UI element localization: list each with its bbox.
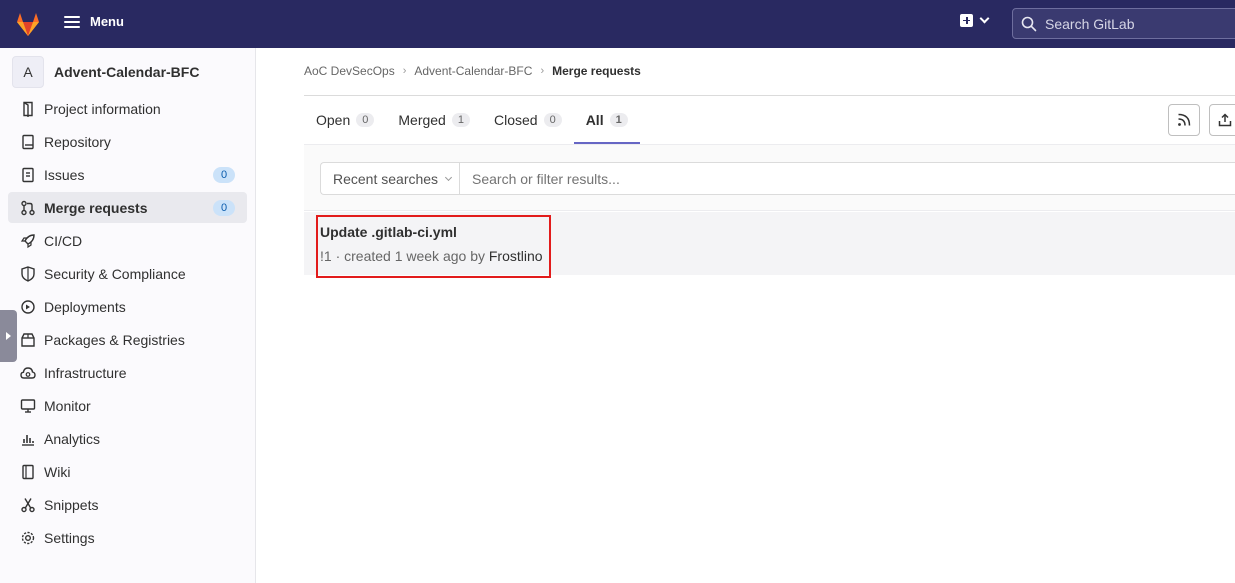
- deployments-icon: [20, 299, 36, 315]
- sidebar-item-label: Merge requests: [44, 199, 148, 216]
- sidebar-item-monitor[interactable]: Monitor: [8, 390, 247, 421]
- sidebar-item-label: Security & Compliance: [44, 265, 186, 282]
- breadcrumb: AoC DevSecOps › Advent-Calendar-BFC › Me…: [304, 64, 641, 78]
- breadcrumb-current[interactable]: Merge requests: [552, 64, 641, 78]
- sidebar-item-label: Packages & Registries: [44, 331, 185, 348]
- gitlab-logo-icon[interactable]: [14, 10, 42, 38]
- sidebar-item-merge-requests[interactable]: Merge requests 0: [8, 192, 247, 223]
- sidebar-item-label: Issues: [44, 166, 85, 183]
- tab-open[interactable]: Open 0: [304, 96, 386, 144]
- global-search-input[interactable]: [1045, 15, 1235, 32]
- menu-label: Menu: [90, 14, 124, 29]
- tab-count-badge: 1: [609, 113, 628, 127]
- sidebar-collapse-handle[interactable]: [0, 310, 17, 362]
- sidebar-item-repository[interactable]: Repository: [8, 126, 247, 157]
- package-icon: [20, 332, 36, 348]
- tab-closed[interactable]: Closed 0: [482, 96, 574, 144]
- rocket-icon: [20, 233, 36, 249]
- chart-icon: [20, 431, 36, 447]
- sidebar-item-label: Monitor: [44, 397, 91, 414]
- sidebar-item-analytics[interactable]: Analytics: [8, 423, 247, 454]
- filter-search-field[interactable]: [459, 162, 1235, 195]
- sidebar-item-label: Wiki: [44, 463, 71, 480]
- new-dropdown-button[interactable]: [960, 13, 990, 27]
- sidebar-item-infrastructure[interactable]: Infrastructure: [8, 357, 247, 388]
- chevron-right-icon: ›: [540, 65, 545, 77]
- sidebar-item-snippets[interactable]: Snippets: [8, 489, 247, 520]
- sidebar-item-security-compliance[interactable]: Security & Compliance: [8, 258, 247, 289]
- filter-search-input[interactable]: [472, 170, 1172, 187]
- project-name: Advent-Calendar-BFC: [54, 64, 200, 80]
- tab-label: Merged: [398, 112, 446, 128]
- sidebar-item-settings[interactable]: Settings: [8, 522, 247, 553]
- sidebar-item-label: Repository: [44, 133, 111, 150]
- search-icon: [1021, 16, 1037, 31]
- recent-searches-dropdown[interactable]: Recent searches: [320, 162, 459, 195]
- chevron-down-icon: [979, 13, 990, 24]
- sidebar-item-label: Deployments: [44, 298, 126, 315]
- tab-count-badge: 0: [356, 113, 375, 127]
- cloud-icon: [20, 365, 36, 381]
- sidebar-item-label: Snippets: [44, 496, 99, 513]
- book-icon: [20, 134, 36, 150]
- hamburger-icon: [64, 15, 80, 28]
- tab-merged[interactable]: Merged 1: [386, 96, 482, 144]
- filter-bar: Recent searches: [304, 144, 1235, 211]
- sidebar-item-label: Project information: [44, 100, 161, 117]
- chevron-right-icon: ›: [402, 65, 407, 77]
- shield-icon: [20, 265, 36, 282]
- merge-request-title[interactable]: Update .gitlab-ci.yml: [320, 224, 457, 240]
- monitor-icon: [20, 398, 36, 414]
- project-avatar: A: [12, 56, 44, 88]
- sidebar: A Advent-Calendar-BFC Project informatio…: [0, 48, 256, 583]
- scissors-icon: [20, 497, 36, 513]
- tab-label: Open: [316, 112, 351, 128]
- chevron-down-icon: [445, 173, 453, 181]
- plus-square-icon: [960, 14, 973, 27]
- sidebar-item-label: CI/CD: [44, 232, 83, 249]
- merge-request-meta-text: !1 · created 1 week ago by: [320, 248, 489, 264]
- sidebar-item-project-information[interactable]: Project information: [8, 93, 247, 124]
- rss-icon: [1178, 113, 1191, 126]
- tab-all[interactable]: All 1: [573, 96, 640, 144]
- tab-count-badge: 0: [543, 113, 562, 127]
- sidebar-item-deployments[interactable]: Deployments: [8, 291, 247, 322]
- mr-state-tabs: Open 0 Merged 1 Closed 0 All 1: [304, 96, 640, 144]
- breadcrumb-project[interactable]: Advent-Calendar-BFC: [414, 64, 532, 78]
- merge-request-icon: [20, 200, 36, 216]
- sidebar-item-packages-registries[interactable]: Packages & Registries: [8, 324, 247, 355]
- rss-feed-button[interactable]: [1168, 104, 1200, 136]
- global-search[interactable]: [1012, 8, 1235, 39]
- sidebar-item-wiki[interactable]: Wiki: [8, 456, 247, 487]
- wiki-icon: [20, 464, 36, 480]
- recent-searches-label: Recent searches: [333, 170, 439, 187]
- sidebar-item-label: Infrastructure: [44, 364, 127, 381]
- menu-button[interactable]: Menu: [64, 14, 124, 29]
- info-icon: [20, 101, 36, 117]
- issues-icon: [20, 167, 36, 183]
- sidebar-nav: Project information Repository Issues 0 …: [8, 93, 247, 555]
- breadcrumb-group[interactable]: AoC DevSecOps: [304, 64, 395, 78]
- sidebar-item-label: Settings: [44, 529, 95, 546]
- export-button[interactable]: [1209, 104, 1235, 136]
- sidebar-item-issues[interactable]: Issues 0: [8, 159, 247, 190]
- tab-label: All: [585, 112, 604, 128]
- sidebar-item-cicd[interactable]: CI/CD: [8, 225, 247, 256]
- tab-label: Closed: [493, 112, 538, 128]
- issues-count-badge: 0: [213, 167, 235, 183]
- tab-count-badge: 1: [451, 113, 470, 127]
- project-header[interactable]: A Advent-Calendar-BFC: [12, 56, 199, 88]
- upload-icon: [1218, 113, 1232, 127]
- sidebar-item-label: Analytics: [44, 430, 101, 447]
- top-navbar: Menu: [0, 0, 1235, 48]
- merge-requests-count-badge: 0: [213, 200, 235, 216]
- gear-icon: [20, 530, 36, 546]
- merge-request-meta: !1 · created 1 week ago by Frostlino: [320, 248, 543, 264]
- merge-request-author[interactable]: Frostlino: [489, 248, 543, 264]
